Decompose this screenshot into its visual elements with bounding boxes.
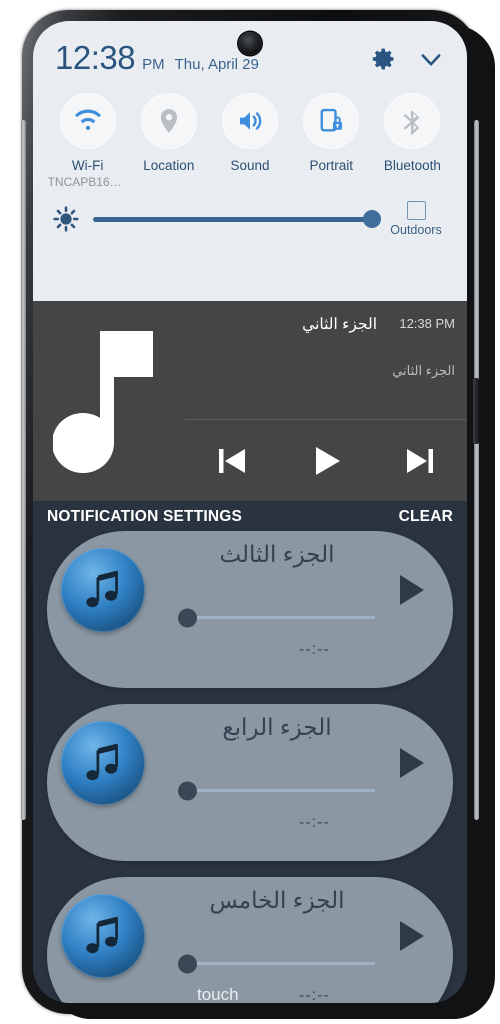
quick-toggle-label: Portrait (309, 158, 353, 173)
quick-settings-panel: 12:38 PM Thu, April 29 Wi-Fi TNCAPB16… L… (33, 21, 467, 301)
speaker-icon[interactable] (222, 93, 278, 149)
skip-previous-icon[interactable] (209, 438, 255, 484)
quick-toggles-row: Wi-Fi TNCAPB16… Location Sound Portrait … (33, 85, 467, 189)
music-notes-icon (61, 721, 145, 805)
wifi-ssid: TNCAPB16… (47, 175, 122, 189)
track-duration: --:-- (299, 987, 330, 1003)
track-duration: --:-- (299, 641, 330, 658)
track-progress-slider[interactable] (178, 781, 375, 800)
notification-settings-button[interactable]: NOTIFICATION SETTINGS (47, 508, 242, 526)
outdoors-checkbox[interactable] (406, 201, 426, 220)
track-progress-track (183, 789, 375, 792)
list-item[interactable]: الجزء الثالث --:-- (47, 531, 453, 688)
quick-toggle-label: Wi-Fi (71, 158, 104, 173)
power-button[interactable] (473, 378, 479, 444)
track-play-button[interactable] (397, 746, 427, 780)
track-progress-track (183, 616, 375, 619)
list-item[interactable]: الجزء الخامس touch --:-- (47, 877, 453, 1003)
music-notes-icon (61, 548, 145, 632)
skip-next-icon[interactable] (397, 438, 443, 484)
track-progress-slider[interactable] (178, 954, 375, 973)
track-title: الجزء الثالث (219, 541, 335, 567)
screen-lock-rotation-icon[interactable] (303, 93, 360, 149)
clock-date: Thu, April 29 (174, 56, 259, 73)
track-progress-thumb[interactable] (178, 954, 197, 973)
track-duration: --:-- (299, 814, 330, 831)
track-title: الجزء الخامس (209, 887, 345, 913)
chevron-down-icon[interactable] (417, 45, 445, 73)
play-icon[interactable] (303, 438, 349, 484)
track-play-button[interactable] (397, 573, 427, 607)
track-touch-label: touch (197, 985, 239, 1003)
device-right-rail (474, 120, 479, 820)
quick-toggle-wifi[interactable]: Wi-Fi TNCAPB16… (47, 93, 128, 189)
outdoors-mode-toggle[interactable]: Outdoors (385, 201, 447, 237)
phone-screen: الجزء الثالث --:-- الجزء الرابع --:-- ال… (33, 21, 467, 1003)
device-left-rail (21, 120, 26, 820)
media-controls (185, 427, 467, 495)
bluetooth-icon[interactable] (384, 93, 441, 149)
list-item[interactable]: الجزء الرابع --:-- (47, 704, 453, 861)
gear-icon[interactable] (369, 45, 397, 73)
notification-action-bar: NOTIFICATION SETTINGS CLEAR (33, 503, 467, 531)
track-progress-thumb[interactable] (178, 781, 197, 800)
track-progress-thumb[interactable] (178, 608, 197, 627)
quick-toggle-label: Location (143, 158, 195, 173)
track-progress-track (183, 962, 375, 965)
quick-toggle-sound[interactable]: Sound (209, 93, 290, 189)
quick-toggle-label: Sound (230, 158, 270, 173)
clock-time: 12:38 (55, 39, 136, 76)
track-play-button[interactable] (397, 919, 427, 953)
quick-toggle-bluetooth[interactable]: Bluetooth (372, 93, 453, 189)
media-title: الجزء الثاني (302, 316, 377, 333)
track-list: الجزء الثالث --:-- الجزء الرابع --:-- ال… (33, 531, 467, 1003)
track-title: الجزء الرابع (222, 714, 332, 740)
music-note-icon (52, 319, 163, 483)
clear-button[interactable]: CLEAR (399, 508, 453, 526)
divider (185, 419, 467, 420)
media-timestamp: 12:38 PM (399, 316, 455, 331)
quick-toggle-location[interactable]: Location (128, 93, 209, 189)
quick-toggle-portrait[interactable]: Portrait (291, 93, 372, 189)
track-progress-slider[interactable] (178, 608, 375, 627)
brightness-sun-icon (53, 206, 79, 232)
clock-ampm: PM (142, 56, 165, 73)
outdoors-label: Outdoors (390, 223, 442, 237)
music-notes-icon (61, 894, 145, 978)
front-camera-punch-hole (238, 32, 262, 55)
media-notification[interactable]: الجزء الثاني 12:38 PM الجزء الثاني (33, 301, 467, 501)
brightness-slider-thumb[interactable] (363, 210, 381, 228)
wifi-icon[interactable] (59, 93, 116, 149)
brightness-slider[interactable] (93, 210, 381, 228)
brightness-row: Outdoors (33, 189, 467, 237)
media-subtitle: الجزء الثاني (392, 363, 455, 378)
quick-toggle-label: Bluetooth (383, 158, 441, 173)
location-pin-icon[interactable] (140, 93, 197, 149)
